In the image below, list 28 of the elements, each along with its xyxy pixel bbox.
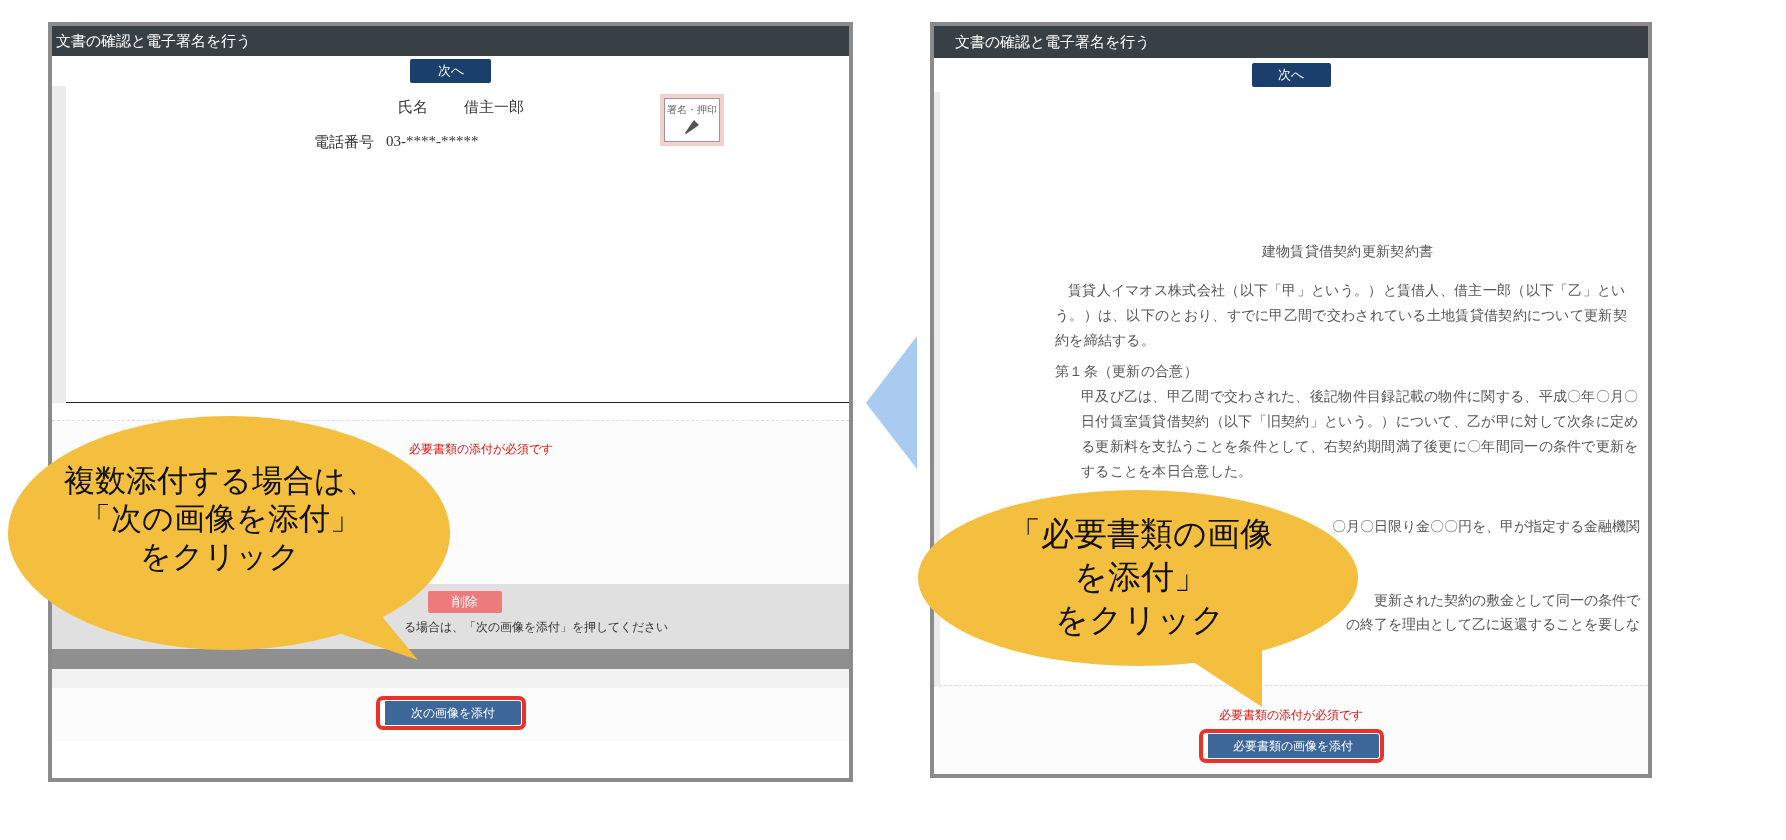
instruction-text: る場合は、「次の画像を添付」を押してください [404, 619, 669, 636]
document-text: う。）は、以下のとおり、すでに甲乙間で交わされている土地賃貸借契約について更新契 [1055, 307, 1628, 325]
callout-text: 「必要書類の画像 を添付」 をクリック [1006, 513, 1274, 641]
required-notice: 必要書類の添付が必須です [1219, 707, 1363, 724]
field-value: 03-****-***** [386, 133, 479, 151]
signature-stamp-button[interactable]: 署名・押印 [660, 94, 724, 146]
document-text: の終了を理由として乙に返還することを要しな [1346, 616, 1640, 634]
field-value: 借主一郎 [464, 98, 524, 117]
next-button[interactable]: 次へ [1251, 63, 1331, 87]
document-text: 甲及び乙は、甲乙間で交わされた、後記物件目録記載の物件に関する、平成〇年〇月〇 [1080, 388, 1640, 406]
document-text: 〇月〇日限り金〇〇円を、甲が指定する金融機関 [1332, 518, 1640, 536]
document-text: 賃貸人イマオス株式会社（以下「甲」という。）と賃借人、借主一郎（以下「乙」とい [1067, 282, 1627, 300]
callout-text: 複数添付する場合は、 「次の画像を添付」 をクリック [62, 461, 378, 575]
next-button[interactable]: 次へ [410, 59, 491, 83]
field-label: 氏名 [398, 98, 428, 117]
window-title: 文書の確認と電子署名を行う [52, 26, 849, 56]
left-arrow-icon [866, 335, 917, 469]
document-text: 第１条（更新の合意） [1055, 363, 1199, 381]
document-text: る更新料を支払うことを条件として、右契約期間満了後更に〇年間同一の条件で更新を [1080, 438, 1640, 456]
field-label: 電話番号 [314, 133, 374, 152]
document-text: 約を締結する。 [1055, 332, 1157, 350]
pen-icon [683, 118, 701, 136]
document-title: 建物賃貸借契約更新契約書 [1261, 243, 1434, 261]
document-text: することを本日合意した。 [1080, 463, 1254, 481]
document-text: 更新された契約の敷金として同一の条件で [1374, 592, 1640, 610]
document-text: 日付賃室賃貸借契約（以下「旧契約」という。）について、乙が甲に対して次条に定め [1080, 413, 1640, 431]
required-notice: 必要書類の添付が必須です [407, 441, 554, 458]
window-title: 文書の確認と電子署名を行う [934, 26, 1648, 58]
